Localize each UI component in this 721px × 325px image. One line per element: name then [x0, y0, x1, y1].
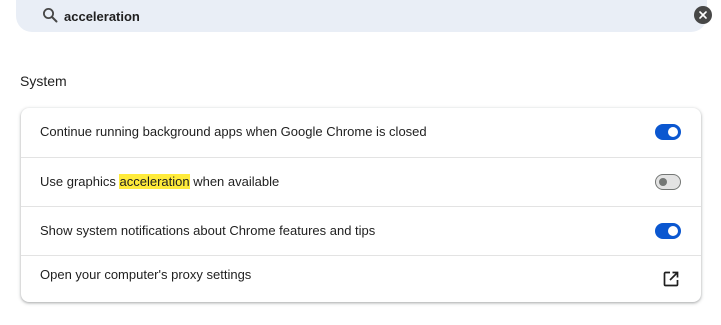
setting-row-background-apps: Continue running background apps when Go…	[21, 108, 701, 157]
toggle-knob	[659, 178, 667, 186]
section-title: System	[20, 73, 67, 89]
clear-search-button[interactable]	[694, 6, 712, 24]
close-icon	[699, 11, 707, 19]
setting-label: Use graphics acceleration when available	[40, 174, 279, 189]
setting-row-graphics-acceleration: Use graphics acceleration when available	[21, 157, 701, 206]
search-icon	[43, 8, 58, 23]
setting-label: Open your computer's proxy settings	[40, 267, 252, 282]
setting-row-proxy-settings[interactable]: Open your computer's proxy settings	[21, 255, 701, 302]
toggle-knob	[668, 226, 678, 236]
label-text-before: Use graphics	[40, 174, 120, 189]
search-bar	[16, 0, 712, 32]
label-text-after: when available	[189, 174, 280, 189]
toggle-knob	[668, 127, 678, 137]
system-notifications-toggle[interactable]	[655, 223, 681, 239]
setting-label: Show system notifications about Chrome f…	[40, 223, 376, 238]
background-apps-toggle[interactable]	[655, 124, 681, 140]
search-match-highlight: acceleration	[119, 174, 190, 189]
system-settings-card: Continue running background apps when Go…	[21, 108, 701, 302]
setting-label: Continue running background apps when Go…	[40, 124, 427, 139]
graphics-acceleration-toggle[interactable]	[655, 174, 681, 190]
search-input[interactable]	[64, 5, 664, 27]
setting-row-system-notifications: Show system notifications about Chrome f…	[21, 206, 701, 255]
open-in-new-icon[interactable]	[662, 270, 680, 288]
settings-page: System Continue running background apps …	[0, 0, 721, 325]
